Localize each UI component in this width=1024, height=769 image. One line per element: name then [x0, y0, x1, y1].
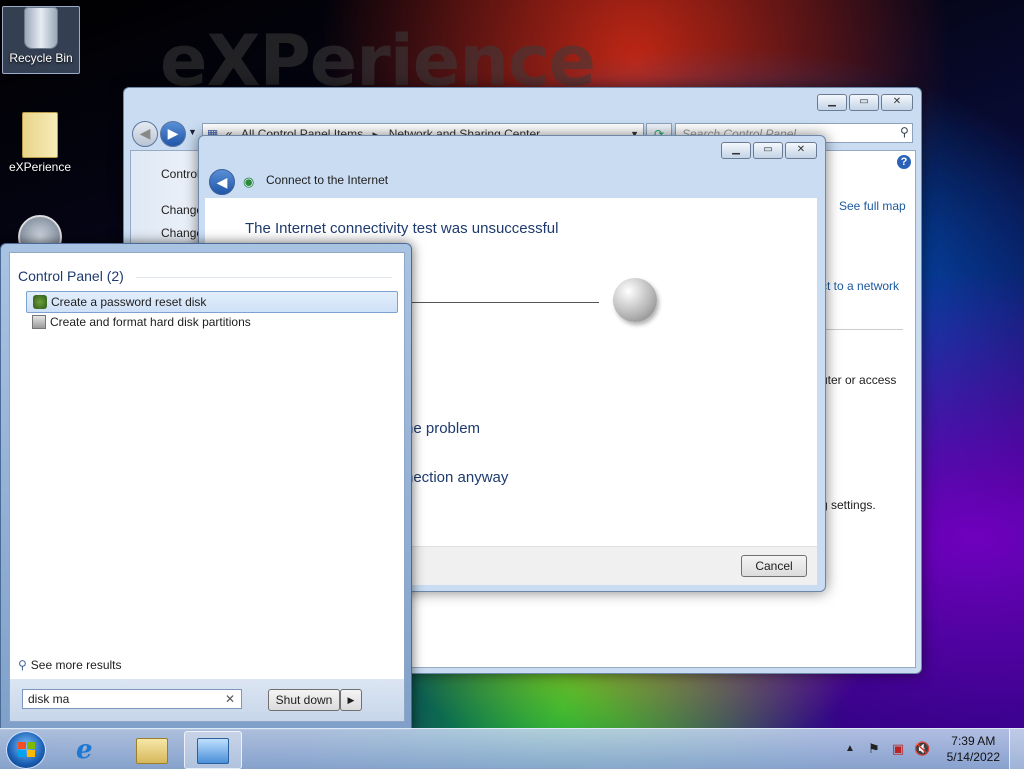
network-globe-icon: ◉	[243, 174, 255, 189]
result-label: Create a password reset disk	[51, 295, 207, 309]
see-more-results-label: See more results	[30, 658, 122, 672]
network-disconnected-icon[interactable]: ▣	[890, 741, 906, 757]
dialog-title: Connect to the Internet	[266, 173, 389, 187]
experience-folder-desktop-icon[interactable]: eXPerience	[2, 108, 78, 174]
forward-button[interactable]: ▶	[160, 121, 186, 147]
connect-to-network-link[interactable]: ct to a network	[821, 279, 899, 293]
left-pane-link-change-adapter[interactable]: Change	[161, 203, 203, 217]
see-more-results-link[interactable]: ⚲ See more results	[18, 658, 122, 672]
help-icon[interactable]: ?	[897, 155, 911, 169]
recent-pages-chevron-icon[interactable]: ▼	[188, 127, 197, 137]
show-hidden-icons-chevron-icon[interactable]: ▲	[842, 741, 858, 757]
sharing-settings-text[interactable]: g settings.	[821, 498, 876, 512]
clock-date: 5/14/2022	[946, 750, 1000, 764]
windows-logo-part	[27, 750, 35, 757]
results-group-header[interactable]: Control Panel (2)	[18, 268, 124, 284]
dialog-back-button[interactable]: ◀	[209, 169, 235, 195]
back-button[interactable]: ◀	[132, 121, 158, 147]
start-menu-bottom-bar: disk ma ✕ Shut down ▶	[10, 679, 404, 721]
taskbar-clock[interactable]: 7:39 AM 5/14/2022	[947, 733, 1000, 765]
shut-down-button[interactable]: Shut down	[268, 689, 340, 711]
action-center-flag-icon[interactable]: ⚑	[866, 741, 882, 757]
windows-explorer-icon	[136, 738, 168, 764]
divider	[821, 329, 903, 330]
result-label: Create and format hard disk partitions	[50, 315, 251, 329]
volume-muted-icon[interactable]: 🔇	[914, 741, 930, 757]
connectivity-test-heading: The Internet connectivity test was unsuc…	[245, 220, 559, 237]
internet-globe-icon	[613, 278, 657, 322]
taskbar-control-panel[interactable]	[184, 731, 242, 769]
dialog-maximize-button[interactable]: ▭	[753, 142, 783, 159]
search-query-text: disk ma	[28, 692, 70, 706]
troubleshoot-option[interactable]: he problem	[405, 420, 480, 437]
maximize-button[interactable]: ▭	[849, 94, 879, 111]
taskbar-internet-explorer[interactable]: e	[62, 731, 118, 767]
users-icon	[33, 295, 47, 309]
control-panel-icon	[197, 738, 229, 764]
start-orb[interactable]	[6, 731, 46, 769]
search-icon[interactable]: ⚲	[900, 125, 909, 139]
taskbar: e ▲ ⚑ ▣ 🔇 7:39 AM 5/14/2022	[0, 728, 1024, 769]
experience-folder-label: eXPerience	[8, 160, 72, 174]
taskbar-windows-explorer[interactable]	[124, 731, 180, 767]
connection-line	[405, 302, 599, 303]
close-button[interactable]: ✕	[881, 94, 913, 111]
windows-logo-part	[27, 742, 35, 749]
dialog-close-button[interactable]: ✕	[785, 142, 817, 159]
start-search-input[interactable]: disk ma ✕	[22, 689, 242, 709]
see-full-map-link[interactable]: See full map	[839, 199, 906, 213]
start-menu-results-panel: Control Panel (2) Create a password rese…	[9, 252, 405, 722]
result-create-password-reset-disk[interactable]: Create a password reset disk	[26, 291, 398, 313]
dialog-minimize-button[interactable]: ▁	[721, 142, 751, 159]
cancel-button[interactable]: Cancel	[741, 555, 807, 577]
clear-search-icon[interactable]: ✕	[225, 690, 235, 708]
show-desktop-button[interactable]	[1009, 729, 1024, 769]
minimize-button[interactable]: ▁	[817, 94, 847, 111]
result-create-format-partitions[interactable]: Create and format hard disk partitions	[26, 312, 396, 332]
windows-logo-icon	[18, 742, 26, 749]
setup-anyway-option[interactable]: nection anyway	[405, 469, 508, 486]
disk-management-icon	[32, 315, 46, 329]
internet-explorer-icon: e	[76, 735, 93, 765]
router-access-text[interactable]: uter or access	[821, 373, 896, 387]
header-divider	[136, 277, 392, 278]
windows-logo-part	[18, 750, 26, 757]
folder-icon	[22, 112, 58, 158]
clock-time: 7:39 AM	[951, 734, 996, 748]
recycle-bin-label: Recycle Bin	[9, 51, 73, 65]
start-menu: Control Panel (2) Create a password rese…	[0, 243, 412, 730]
recycle-bin-desktop-icon[interactable]: Recycle Bin	[2, 6, 80, 74]
recycle-bin-icon	[24, 7, 58, 49]
shut-down-options-arrow-icon[interactable]: ▶	[340, 689, 362, 711]
left-pane-link-change-advanced[interactable]: Change	[161, 226, 203, 240]
search-icon: ⚲	[18, 658, 27, 672]
left-pane-link-control-panel-home[interactable]: Control	[161, 167, 200, 181]
